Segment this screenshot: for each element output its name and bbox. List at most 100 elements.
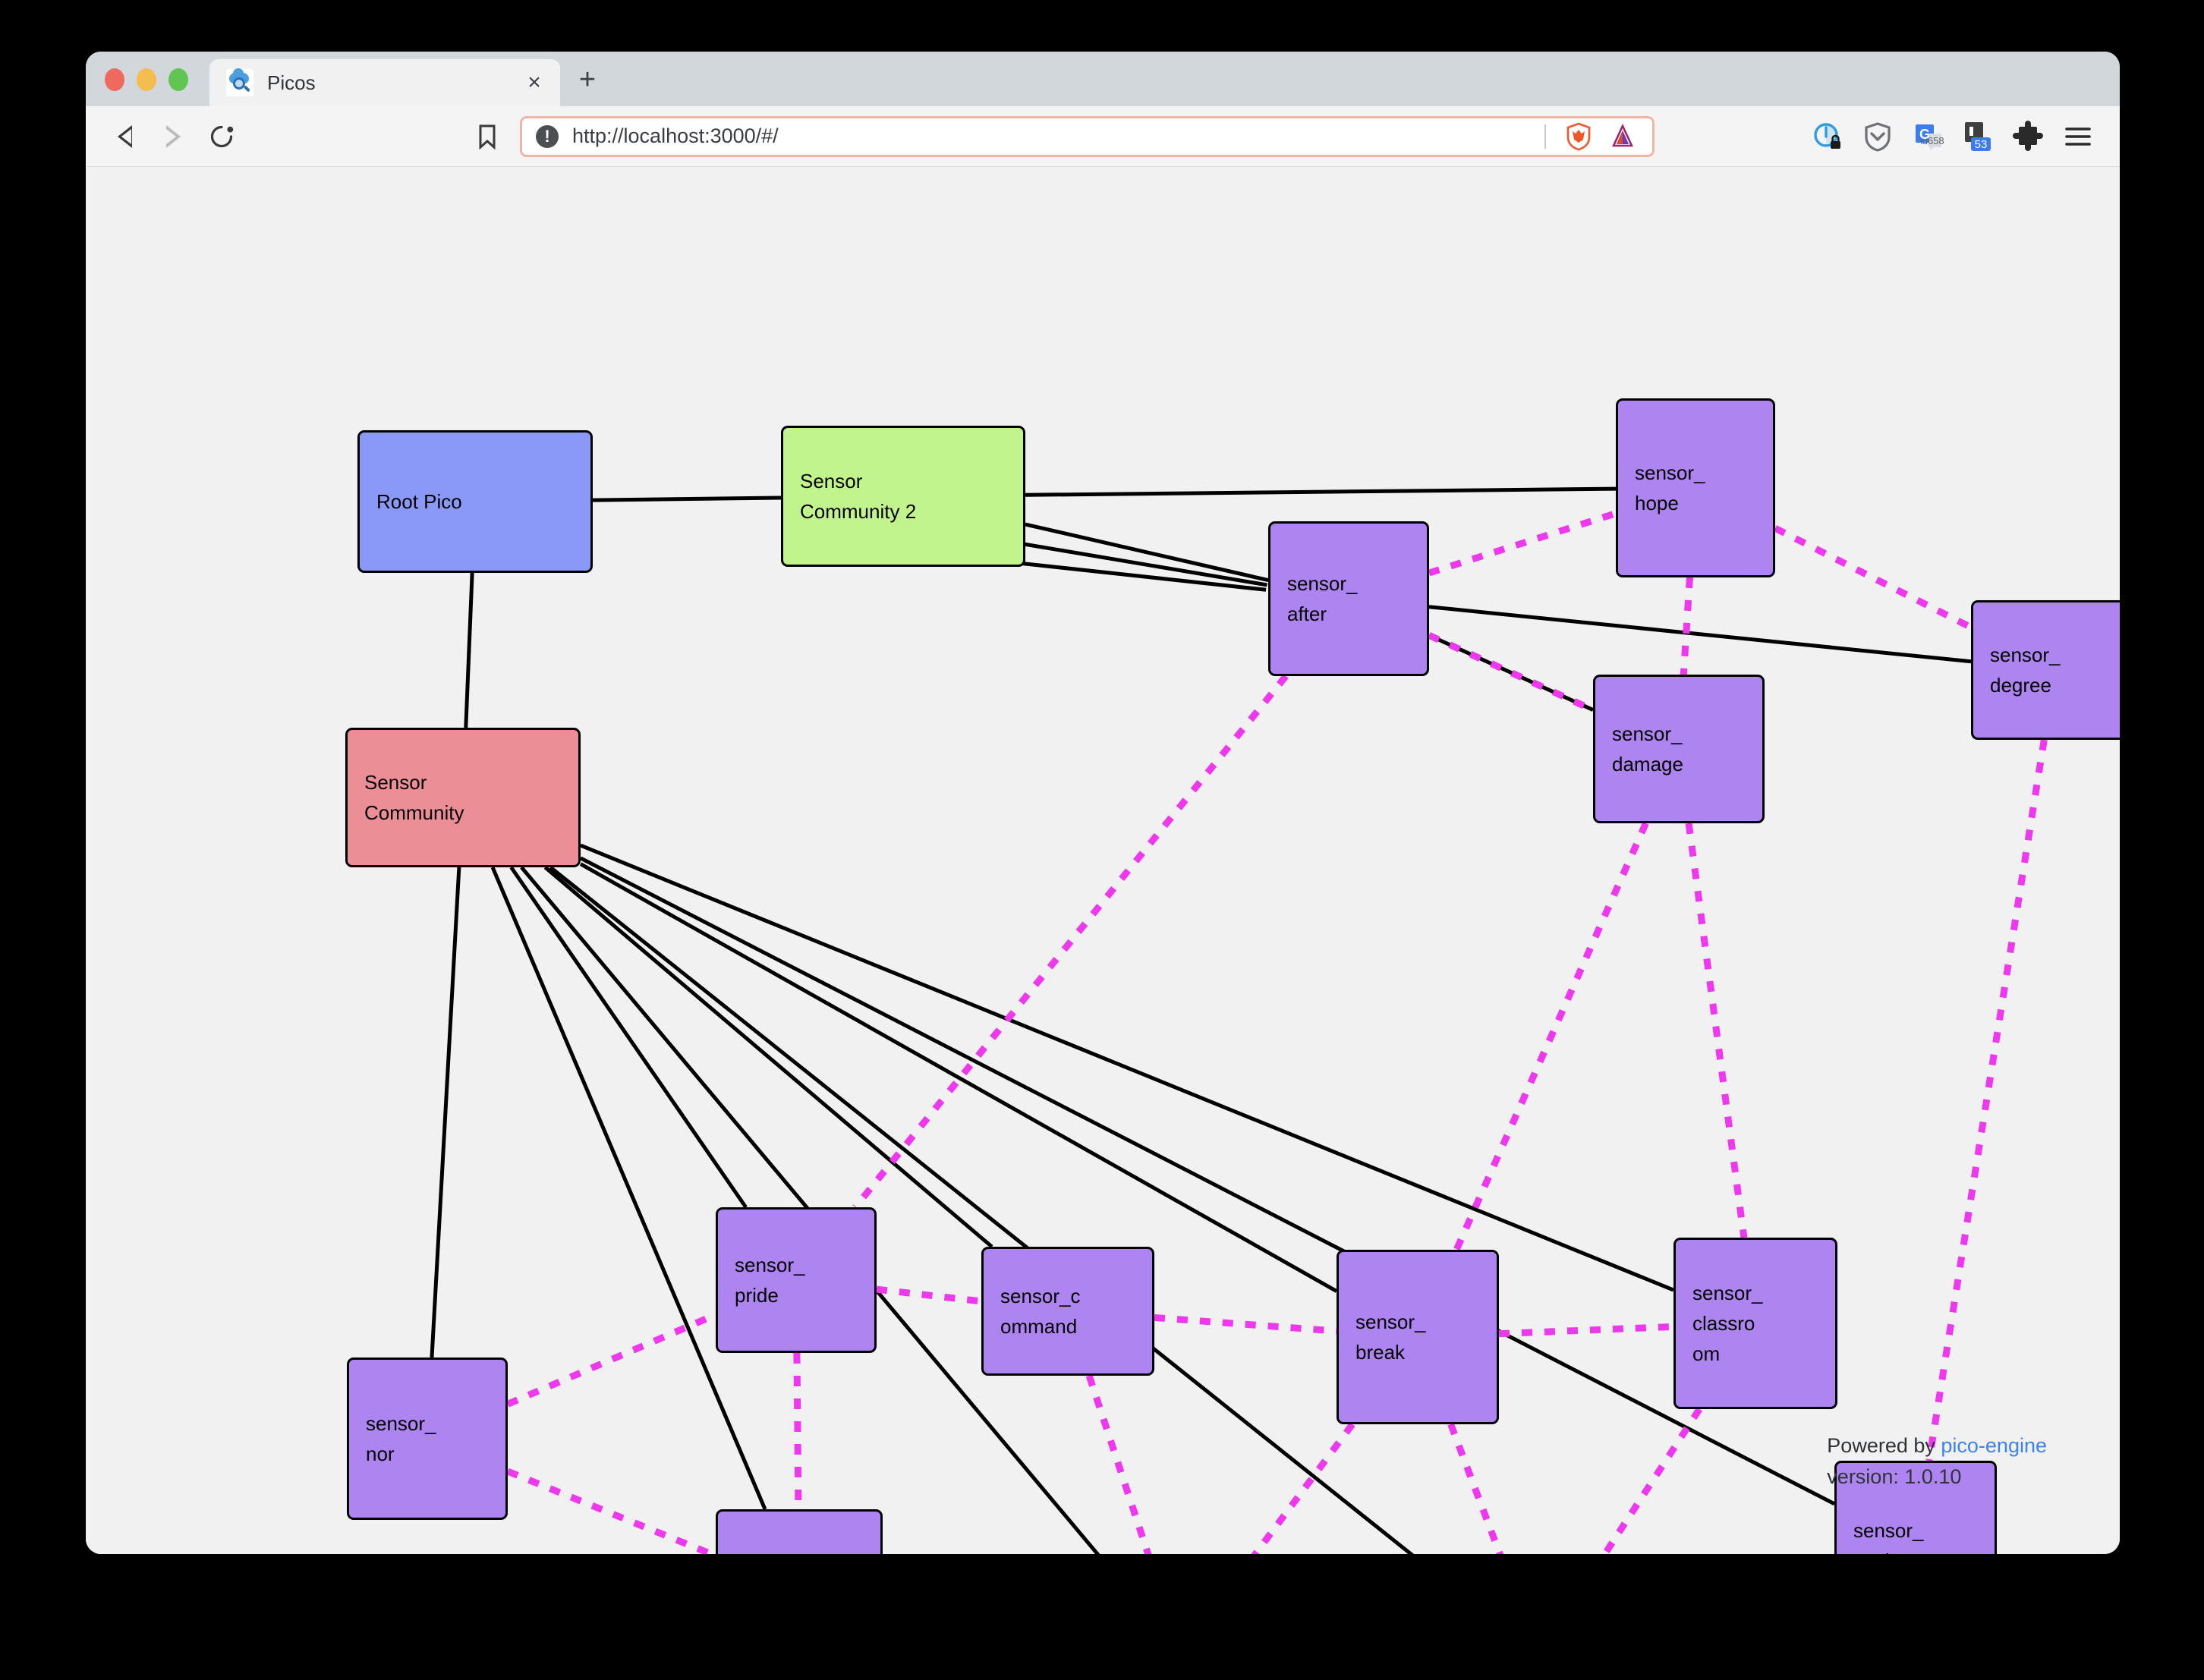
pico-graph-canvas[interactable]: Root Pico Sensor Community 2 Sensor Communit… <box>86 168 2120 1554</box>
graph-edge-s_damage-s_break <box>1453 822 1649 1251</box>
graph-edge-s_pride-s_command <box>876 1285 982 1305</box>
graph-edge-comm2-s_hope <box>1025 486 1617 497</box>
graph-node-label: sensor_c <box>1000 1284 1081 1307</box>
graph-edge-comm-s_station <box>579 856 1836 1506</box>
graph-edge-s_after-s_pride <box>852 674 1289 1210</box>
svg-text:\u6587: \u6587 <box>1919 135 1944 146</box>
forward-arrow-icon[interactable] <box>154 118 192 156</box>
extensions-puzzle-icon[interactable] <box>2006 115 2050 159</box>
toolbar-extension-icons: G \u6587 53 <box>1806 115 2120 159</box>
graph-node-s-kill[interactable]: sensor_kill <box>716 1509 883 1554</box>
graph-edge-s_nor-s_pride <box>506 1311 717 1408</box>
graph-node-s-hope[interactable]: sensor_hope <box>1616 398 1775 577</box>
brave-rewards-icon[interactable] <box>1601 115 1645 159</box>
graph-edge-s_hope-s_degree <box>1773 525 1973 631</box>
graph-node-label: sensor_ <box>1355 1310 1426 1333</box>
graph-node-label: degree <box>1990 674 2051 697</box>
graph-edge-s_class-s_line <box>1601 1407 1702 1554</box>
hamburger-menu-icon[interactable] <box>2056 115 2100 159</box>
graph-node-label: nor <box>366 1442 395 1465</box>
graph-node-label: Community <box>364 801 464 824</box>
graph-node-s-nor[interactable]: sensor_ nor <box>347 1358 508 1520</box>
privacy-lock-icon[interactable] <box>1806 115 1850 159</box>
window-maximize-button[interactable] <box>168 68 188 91</box>
graph-node-label: classro <box>1692 1311 1755 1335</box>
address-bar[interactable]: ! http://localhost:3000/#/ <box>520 115 1655 159</box>
graph-edge-comm-s_line <box>549 866 1415 1554</box>
graph-node-label: Sensor <box>364 770 427 794</box>
graph-node-label: sensor_ <box>1612 722 1683 745</box>
graph-node-label: sensor_ <box>1990 643 2061 666</box>
bookmark-icon[interactable] <box>468 118 506 156</box>
graph-edge-s_break-s_class <box>1498 1323 1674 1338</box>
window-minimize-button[interactable] <box>137 68 156 91</box>
graph-node-s-degree[interactable]: sensor_degree <box>1971 600 2120 740</box>
close-icon[interactable]: × <box>519 71 549 94</box>
graph-node-label: after <box>1287 602 1327 625</box>
graph-edge-root-comm <box>464 572 474 728</box>
graph-edge-s_degree-s_station <box>1925 739 2048 1461</box>
pico-engine-link[interactable]: pico-engine <box>1941 1434 2047 1457</box>
bitwarden-icon[interactable]: 53 <box>1956 115 2000 159</box>
powered-by-label: Powered by <box>1827 1434 1941 1457</box>
graph-edge-s_damage-s_class <box>1685 823 1748 1238</box>
bitwarden-badge-count: 53 <box>1975 138 1988 151</box>
graph-node-root[interactable]: Root Pico <box>357 430 593 573</box>
footer: Powered by pico-engine version: 1.0.10 <box>1827 1430 2047 1492</box>
graph-node-label: Community 2 <box>800 500 917 523</box>
graph-node-s-class[interactable]: sensor_classro om <box>1673 1238 1837 1409</box>
graph-node-s-pride[interactable]: sensor_pride <box>716 1207 877 1353</box>
graph-node-s-damage[interactable]: sensor_damage <box>1593 675 1765 823</box>
graph-node-label: Sensor <box>800 469 863 492</box>
graph-edge-s_command-s_break <box>1154 1313 1337 1335</box>
browser-window: Picos × + ! http://localhost:3000/#/ G \… <box>86 52 2120 1554</box>
graph-node-comm[interactable]: Sensor Community <box>345 728 581 867</box>
new-tab-button[interactable]: + <box>571 65 604 94</box>
graph-node-label: sensor_ <box>1692 1281 1763 1304</box>
graph-node-label: hope <box>1635 492 1679 514</box>
google-translate-icon[interactable]: G \u6587 <box>1906 115 1950 159</box>
graph-edge-s_nor-s_kill <box>506 1468 717 1554</box>
tab-strip: Picos × + <box>86 52 2120 106</box>
not-secure-info-icon[interactable]: ! <box>536 124 559 148</box>
back-arrow-icon[interactable] <box>105 118 143 156</box>
graph-node-label: sensor_ <box>1635 461 1705 484</box>
graph-node-label: sensor_ <box>735 1253 805 1276</box>
graph-edge-s_pride-s_kill <box>793 1352 802 1510</box>
graph-node-comm2[interactable]: Sensor Community 2 <box>781 426 1025 567</box>
graph-edge-comm-s_kill <box>490 867 767 1510</box>
graph-edge-s_hope-s_damage <box>1680 577 1693 675</box>
graph-node-s-command[interactable]: sensor_c ommand <box>981 1247 1154 1376</box>
window-traffic-lights <box>86 68 188 106</box>
graph-node-label: pride <box>735 1284 779 1307</box>
graph-edge-comm2-s_after <box>1016 561 1267 592</box>
graph-node-label: station <box>1853 1546 1912 1554</box>
reload-icon[interactable] <box>203 118 241 156</box>
graph-node-label: sensor_ <box>1853 1518 1924 1542</box>
url-divider <box>1544 124 1546 149</box>
url-input[interactable]: http://localhost:3000/#/ <box>572 124 1544 148</box>
graph-node-label: Root Pico <box>376 489 462 513</box>
graph-node-label: damage <box>1612 753 1683 776</box>
version-label: version: 1.0.10 <box>1827 1464 1962 1488</box>
graph-node-label: sensor_ <box>1287 571 1358 595</box>
tab-title: Picos <box>267 71 316 94</box>
graph-edge-root-comm2 <box>592 496 782 502</box>
graph-edge-s_break-s_trunk <box>1251 1422 1355 1554</box>
graph-node-s-break[interactable]: sensor_break <box>1337 1250 1499 1424</box>
powered-by-line: Powered by pico-engine <box>1827 1430 2047 1461</box>
graph-node-label: om <box>1692 1342 1721 1366</box>
graph-edge-comm-s_nor <box>430 867 461 1358</box>
graph-edge-comm-s_break <box>579 862 1338 1293</box>
graph-edge-s_after-s_degree <box>1428 605 1972 664</box>
graph-node-label: break <box>1355 1341 1406 1364</box>
browser-toolbar: ! http://localhost:3000/#/ G \u658 53 <box>86 106 2120 167</box>
window-close-button[interactable] <box>105 68 124 91</box>
graph-node-s-after[interactable]: sensor_after <box>1268 521 1429 676</box>
graph-edge-s_command-s_trunk <box>1085 1374 1152 1554</box>
pocket-shield-icon[interactable] <box>1856 115 1900 159</box>
graph-edge-comm-s_pride <box>509 866 748 1209</box>
browser-tab-picos[interactable]: Picos × <box>209 59 560 106</box>
graph-edge-s_after-s_hope <box>1428 510 1617 577</box>
brave-shields-icon[interactable] <box>1557 115 1601 159</box>
